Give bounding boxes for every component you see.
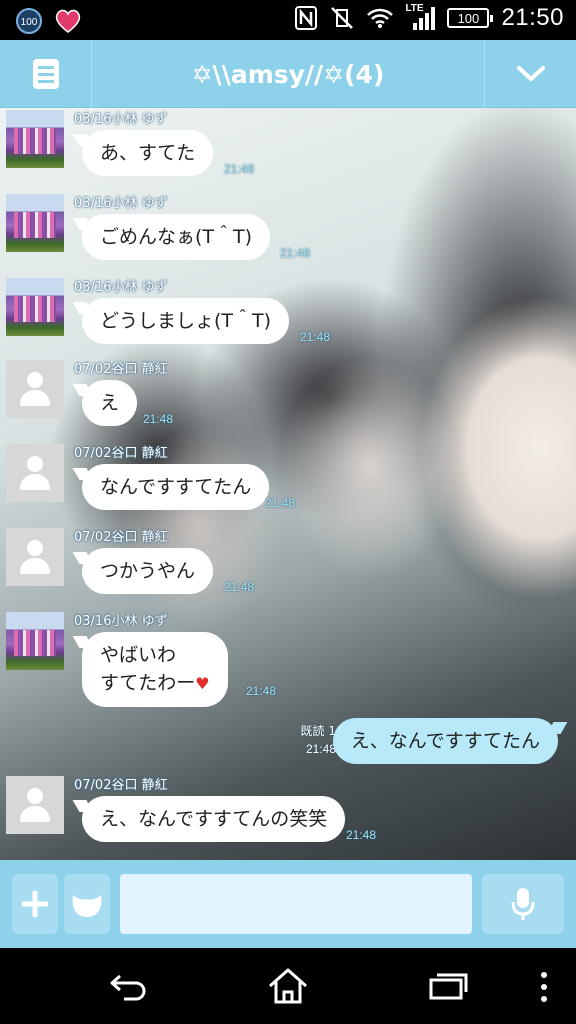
mic-icon [511, 888, 535, 920]
avatar[interactable] [6, 528, 64, 586]
chevron-down-icon [516, 66, 545, 81]
sender-name: 07/02谷口 静紅 [74, 446, 168, 461]
message-time: 21:48 [224, 580, 255, 594]
message-line: やばいわ [100, 644, 177, 666]
badge-number: 100 [21, 17, 38, 28]
message-input[interactable] [120, 874, 472, 934]
message-bubble[interactable]: ごめんなぁ(T＾T) [82, 214, 271, 260]
message-line-2: すてたわー♥ [100, 669, 210, 698]
message-time: 21:48 [265, 496, 296, 510]
message-bubble[interactable]: どうしましょ(T＾T) [82, 298, 290, 344]
sender-name: 03/16小林 ゆず [74, 112, 168, 127]
message-time: 21:48 [224, 162, 255, 176]
message-time: 21:48 [300, 330, 331, 344]
chat-area[interactable]: 03/16小林 ゆず あ、すてた 21:48 03/16小林 ゆず ごめんなぁ(… [0, 108, 576, 860]
navigation-bar [0, 948, 576, 1024]
voice-button[interactable] [482, 874, 564, 934]
sender-name: 07/02谷口 静紅 [74, 362, 168, 377]
status-bar: 100 LTE 100 21:50 [0, 0, 576, 40]
avatar[interactable] [6, 612, 64, 670]
message-bubble[interactable]: なんですすてたん [82, 464, 270, 510]
battery-icon: 100 [447, 8, 494, 28]
sender-name: 03/16小林 ゆず [74, 280, 168, 295]
message-time: 21:48 [143, 412, 174, 426]
message-bubble[interactable]: つかうやん [82, 548, 214, 594]
heart-icon: ♥ [195, 674, 210, 693]
message-line-text: すてたわー [100, 672, 196, 694]
message-bubble[interactable]: え [82, 380, 138, 426]
back-icon[interactable] [108, 970, 150, 1002]
menu-icon [32, 59, 59, 89]
menu-button[interactable] [0, 40, 92, 108]
data-usage-badge-icon: 100 [16, 8, 42, 34]
recent-apps-icon[interactable] [428, 972, 468, 1002]
chat-title: ✡\\amsy//✡(4) [191, 59, 385, 89]
screen: 100 LTE 100 21:50 ✡\\amsy//✡(4) 03/16小林 … [0, 0, 576, 1024]
clock: 21:50 [501, 4, 564, 31]
message-bubble[interactable]: あ、すてた [82, 130, 214, 176]
message-bubble[interactable]: やばいわ すてたわー♥ [82, 632, 228, 707]
chat-header: ✡\\amsy//✡(4) [0, 40, 576, 108]
nfc-icon [295, 6, 318, 30]
battery-level: 100 [457, 10, 480, 26]
avatar[interactable] [6, 110, 64, 168]
wifi-icon [367, 8, 394, 28]
avatar[interactable] [6, 360, 64, 418]
expand-button[interactable] [484, 40, 576, 108]
avatar[interactable] [6, 444, 64, 502]
signal-icon: LTE [405, 3, 436, 31]
input-bar [0, 860, 576, 948]
add-button[interactable] [12, 874, 58, 934]
sender-name: 03/16小林 ゆず [74, 614, 168, 629]
message-time: 21:48 [280, 246, 311, 260]
read-label: 既読 1 [300, 724, 336, 738]
message-bubble[interactable]: え、なんですすてんの笑笑 [82, 796, 346, 842]
more-icon[interactable] [538, 970, 550, 1004]
avatar[interactable] [6, 776, 64, 834]
emoji-icon [72, 895, 102, 917]
sender-name: 03/16小林 ゆず [74, 196, 168, 211]
sticker-button[interactable] [64, 874, 110, 934]
read-receipt: 既読 1 21:48 [292, 722, 336, 758]
vibrate-off-icon [331, 7, 354, 29]
sent-time: 21:48 [305, 742, 336, 756]
message-time: 21:48 [246, 684, 277, 698]
home-icon[interactable] [266, 966, 310, 1006]
heart-app-icon [55, 9, 81, 33]
avatar[interactable] [6, 278, 64, 336]
avatar[interactable] [6, 194, 64, 252]
sender-name: 07/02谷口 静紅 [74, 778, 168, 793]
sender-name: 07/02谷口 静紅 [74, 530, 168, 545]
message-time: 21:48 [346, 828, 377, 842]
sent-message-bubble[interactable]: え、なんですすてたん [332, 718, 558, 764]
plus-icon [21, 890, 49, 918]
